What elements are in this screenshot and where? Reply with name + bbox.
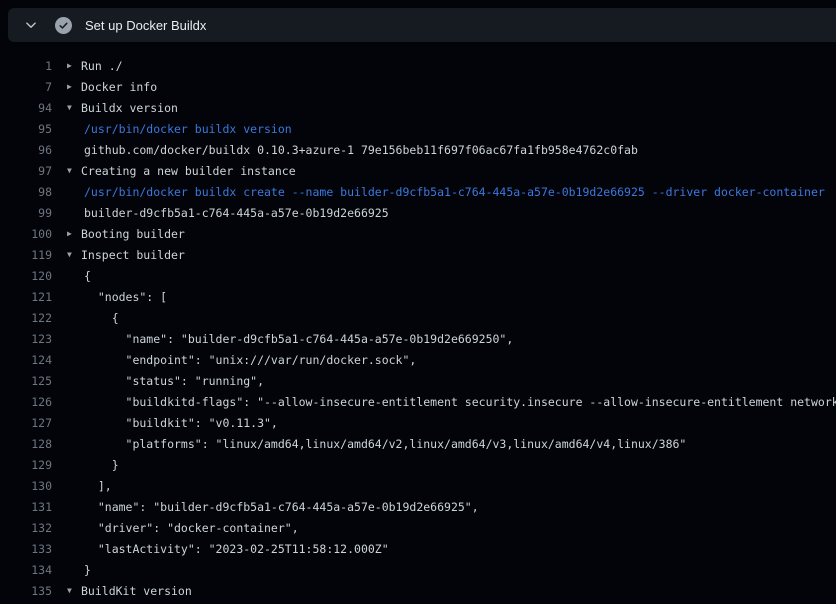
log-group-title: Inspect builder bbox=[81, 248, 185, 262]
line-number[interactable]: 98 bbox=[0, 185, 52, 199]
line-number[interactable]: 123 bbox=[0, 332, 52, 346]
log-text: "buildkit": "v0.11.3", bbox=[81, 416, 278, 430]
log-text: github.com/docker/buildx 0.10.3+azure-1 … bbox=[81, 143, 638, 157]
check-circle-icon bbox=[55, 17, 72, 34]
log-group-row[interactable]: 1 ▶Run ./ bbox=[0, 55, 836, 76]
line-number[interactable]: 94 bbox=[0, 101, 52, 115]
log-text: "endpoint": "unix:///var/run/docker.sock… bbox=[81, 353, 416, 367]
line-number[interactable]: 128 bbox=[0, 437, 52, 451]
line-number[interactable]: 131 bbox=[0, 500, 52, 514]
log-group-title: Booting builder bbox=[81, 227, 185, 241]
line-number[interactable]: 120 bbox=[0, 269, 52, 283]
line-number[interactable]: 132 bbox=[0, 521, 52, 535]
log-line-row: 131 "name": "builder-d9cfb5a1-c764-445a-… bbox=[0, 496, 836, 517]
log-line-row: 130 ], bbox=[0, 475, 836, 496]
log-text: "buildkitd-flags": "--allow-insecure-ent… bbox=[81, 395, 836, 409]
log-line-row: 125 "status": "running", bbox=[0, 370, 836, 391]
log-line-row: 134} bbox=[0, 559, 836, 580]
triangle-down-icon: ▼ bbox=[67, 160, 81, 181]
log-text: "driver": "docker-container", bbox=[81, 521, 299, 535]
log-group-title: Run ./ bbox=[81, 59, 123, 73]
log-group-row[interactable]: 94 ▼Buildx version bbox=[0, 97, 836, 118]
line-number[interactable]: 122 bbox=[0, 311, 52, 325]
log-text: "nodes": [ bbox=[81, 290, 167, 304]
triangle-right-icon: ▶ bbox=[67, 223, 81, 244]
line-number[interactable]: 1 bbox=[0, 59, 52, 73]
log-group-row[interactable]: 7 ▶Docker info bbox=[0, 76, 836, 97]
log-line-row: 123 "name": "builder-d9cfb5a1-c764-445a-… bbox=[0, 328, 836, 349]
log-line-row: 120 { bbox=[0, 265, 836, 286]
log-lines: 1▶Run ./7▶Docker info94▼Buildx version95… bbox=[0, 42, 836, 604]
log-text: "platforms": "linux/amd64,linux/amd64/v2… bbox=[81, 437, 686, 451]
line-number[interactable]: 126 bbox=[0, 395, 52, 409]
step-title: Set up Docker Buildx bbox=[85, 18, 206, 33]
line-number[interactable]: 121 bbox=[0, 290, 52, 304]
log-group-title: BuildKit version bbox=[81, 584, 192, 598]
log-group-row[interactable]: 119 ▼Inspect builder bbox=[0, 244, 836, 265]
log-line-row: 95/usr/bin/docker buildx version bbox=[0, 118, 836, 139]
line-number[interactable]: 130 bbox=[0, 479, 52, 493]
log-group-row[interactable]: 97 ▼Creating a new builder instance bbox=[0, 160, 836, 181]
log-line-row: 129 } bbox=[0, 454, 836, 475]
line-number[interactable]: 100 bbox=[0, 227, 52, 241]
log-line-row: 124 "endpoint": "unix:///var/run/docker.… bbox=[0, 349, 836, 370]
triangle-down-icon: ▼ bbox=[67, 97, 81, 118]
log-text: "lastActivity": "2023-02-25T11:58:12.000… bbox=[81, 542, 389, 556]
triangle-down-icon: ▼ bbox=[67, 244, 81, 265]
log-command-text: /usr/bin/docker buildx version bbox=[81, 122, 292, 136]
log-line-row: 96 github.com/docker/buildx 0.10.3+azure-… bbox=[0, 139, 836, 160]
log-text: "name": "builder-d9cfb5a1-c764-445a-a57e… bbox=[81, 500, 479, 514]
line-number[interactable]: 135 bbox=[0, 584, 52, 598]
triangle-right-icon: ▶ bbox=[67, 55, 81, 76]
step-header[interactable]: Set up Docker Buildx bbox=[8, 8, 836, 42]
triangle-right-icon: ▶ bbox=[67, 76, 81, 97]
log-text: } bbox=[81, 563, 91, 577]
line-number[interactable]: 127 bbox=[0, 416, 52, 430]
line-number[interactable]: 7 bbox=[0, 80, 52, 94]
log-group-row[interactable]: 100 ▶Booting builder bbox=[0, 223, 836, 244]
line-number[interactable]: 97 bbox=[0, 164, 52, 178]
log-group-title: Docker info bbox=[81, 80, 157, 94]
chevron-down-icon[interactable] bbox=[20, 14, 42, 36]
log-line-row: 132 "driver": "docker-container", bbox=[0, 517, 836, 538]
log-line-row: 99 builder-d9cfb5a1-c764-445a-a57e-0b19d2… bbox=[0, 202, 836, 223]
line-number[interactable]: 99 bbox=[0, 206, 52, 220]
log-group-row[interactable]: 135 ▼BuildKit version bbox=[0, 580, 836, 601]
line-number[interactable]: 129 bbox=[0, 458, 52, 472]
log-line-row: 133 "lastActivity": "2023-02-25T11:58:12… bbox=[0, 538, 836, 559]
line-number[interactable]: 125 bbox=[0, 374, 52, 388]
log-text: builder-d9cfb5a1-c764-445a-a57e-0b19d2e6… bbox=[81, 206, 389, 220]
line-number[interactable]: 133 bbox=[0, 542, 52, 556]
log-line-row: 128 "platforms": "linux/amd64,linux/amd6… bbox=[0, 433, 836, 454]
line-number[interactable]: 95 bbox=[0, 122, 52, 136]
log-text: "status": "running", bbox=[81, 374, 264, 388]
log-text: "name": "builder-d9cfb5a1-c764-445a-a57e… bbox=[81, 332, 513, 346]
log-line-row: 127 "buildkit": "v0.11.3", bbox=[0, 412, 836, 433]
log-line-row: 121 "nodes": [ bbox=[0, 286, 836, 307]
log-text: { bbox=[81, 311, 119, 325]
log-text: } bbox=[81, 458, 119, 472]
line-number[interactable]: 119 bbox=[0, 248, 52, 262]
log-line-row: 98/usr/bin/docker buildx create --name b… bbox=[0, 181, 836, 202]
log-line-row: 126 "buildkitd-flags": "--allow-insecure… bbox=[0, 391, 836, 412]
log-text: ], bbox=[81, 479, 112, 493]
line-number[interactable]: 134 bbox=[0, 563, 52, 577]
log-group-title: Creating a new builder instance bbox=[81, 164, 296, 178]
log-group-title: Buildx version bbox=[81, 101, 178, 115]
triangle-down-icon: ▼ bbox=[67, 580, 81, 601]
log-line-row: 122 { bbox=[0, 307, 836, 328]
log-text: { bbox=[81, 269, 91, 283]
line-number[interactable]: 96 bbox=[0, 143, 52, 157]
line-number[interactable]: 124 bbox=[0, 353, 52, 367]
log-command-text: /usr/bin/docker buildx create --name bui… bbox=[81, 185, 825, 199]
